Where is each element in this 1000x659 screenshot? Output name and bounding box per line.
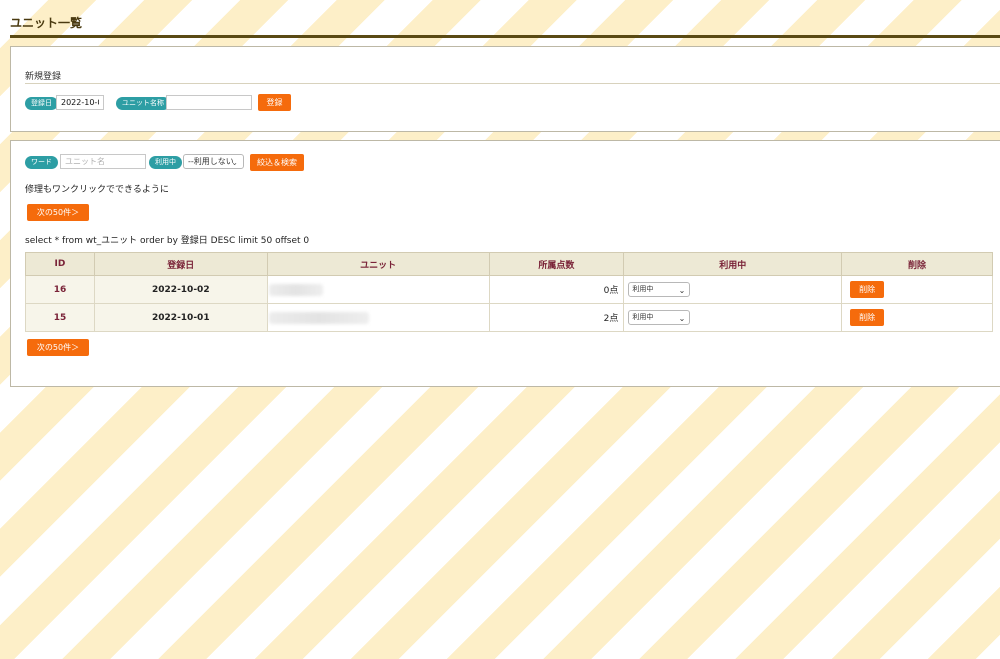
word-search-input[interactable]: [60, 154, 146, 169]
status-filter-selected: --利用しない: [188, 157, 234, 166]
chevron-down-icon: ⌄: [678, 286, 686, 295]
table-row: 15 2022-10-01 2点 利用中 ⌄ 削除: [25, 303, 993, 332]
title-divider: [10, 35, 1000, 38]
register-unit-name-input[interactable]: [166, 95, 252, 110]
column-header-count: 所属点数: [488, 252, 625, 276]
row-delete-button[interactable]: 削除: [850, 281, 885, 298]
page-title: ユニット一覧: [10, 16, 83, 30]
column-header-delete: 削除: [841, 252, 993, 276]
next-page-button-bottom[interactable]: 次の50件＞: [27, 339, 89, 356]
status-filter-tag: 利用中: [149, 156, 182, 169]
filter-search-button[interactable]: 絞込＆検索: [250, 154, 304, 171]
chevron-down-icon: ⌄: [231, 158, 238, 167]
row-unit-name: [266, 275, 490, 304]
row-unit-name: [266, 303, 490, 332]
note-text: 修理もワンクリックでできるように: [25, 185, 169, 195]
row-date: 2022-10-01: [93, 303, 268, 332]
row-status-select[interactable]: 利用中 ⌄: [628, 310, 691, 325]
register-panel: 新規登録 登録日 ユニット名称 登録: [10, 46, 1000, 132]
register-date-input[interactable]: [56, 95, 104, 110]
row-id[interactable]: 15: [25, 303, 95, 332]
register-section-divider: [25, 83, 1000, 84]
register-submit-button[interactable]: 登録: [258, 94, 291, 111]
query-text: select * from wt_ユニット order by 登録日 DESC …: [25, 236, 310, 246]
row-date: 2022-10-02: [93, 275, 268, 304]
row-status-value: 利用中: [632, 313, 654, 321]
units-table: ID 登録日 ユニット 所属点数 利用中 削除 16 2022-10-02 0点…: [25, 252, 993, 332]
word-tag: ワード: [25, 156, 58, 169]
register-section-title: 新規登録: [25, 72, 62, 82]
date-tag: 登録日: [25, 97, 58, 110]
column-header-id: ID: [25, 252, 95, 276]
list-panel: ワード 利用中 --利用しない ⌄ 絞込＆検索 修理もワンクリックでできるように…: [10, 140, 1000, 387]
row-count: 2点: [488, 303, 625, 332]
redacted-unit-name: [268, 283, 323, 296]
row-status-value: 利用中: [632, 285, 654, 293]
column-header-status: 利用中: [623, 252, 843, 276]
column-header-unit: ユニット: [266, 252, 490, 276]
column-header-date: 登録日: [93, 252, 268, 276]
chevron-down-icon: ⌄: [678, 314, 686, 323]
next-page-button-top[interactable]: 次の50件＞: [27, 204, 89, 221]
row-delete-button[interactable]: 削除: [850, 309, 885, 326]
row-count: 0点: [488, 275, 625, 304]
table-header-row: ID 登録日 ユニット 所属点数 利用中 削除: [25, 252, 993, 276]
unit-name-tag: ユニット名称: [116, 97, 170, 110]
row-id[interactable]: 16: [25, 275, 95, 304]
status-filter-select[interactable]: --利用しない ⌄: [183, 154, 244, 169]
table-row: 16 2022-10-02 0点 利用中 ⌄ 削除: [25, 275, 993, 304]
row-status-select[interactable]: 利用中 ⌄: [628, 282, 691, 297]
redacted-unit-name: [268, 311, 369, 324]
